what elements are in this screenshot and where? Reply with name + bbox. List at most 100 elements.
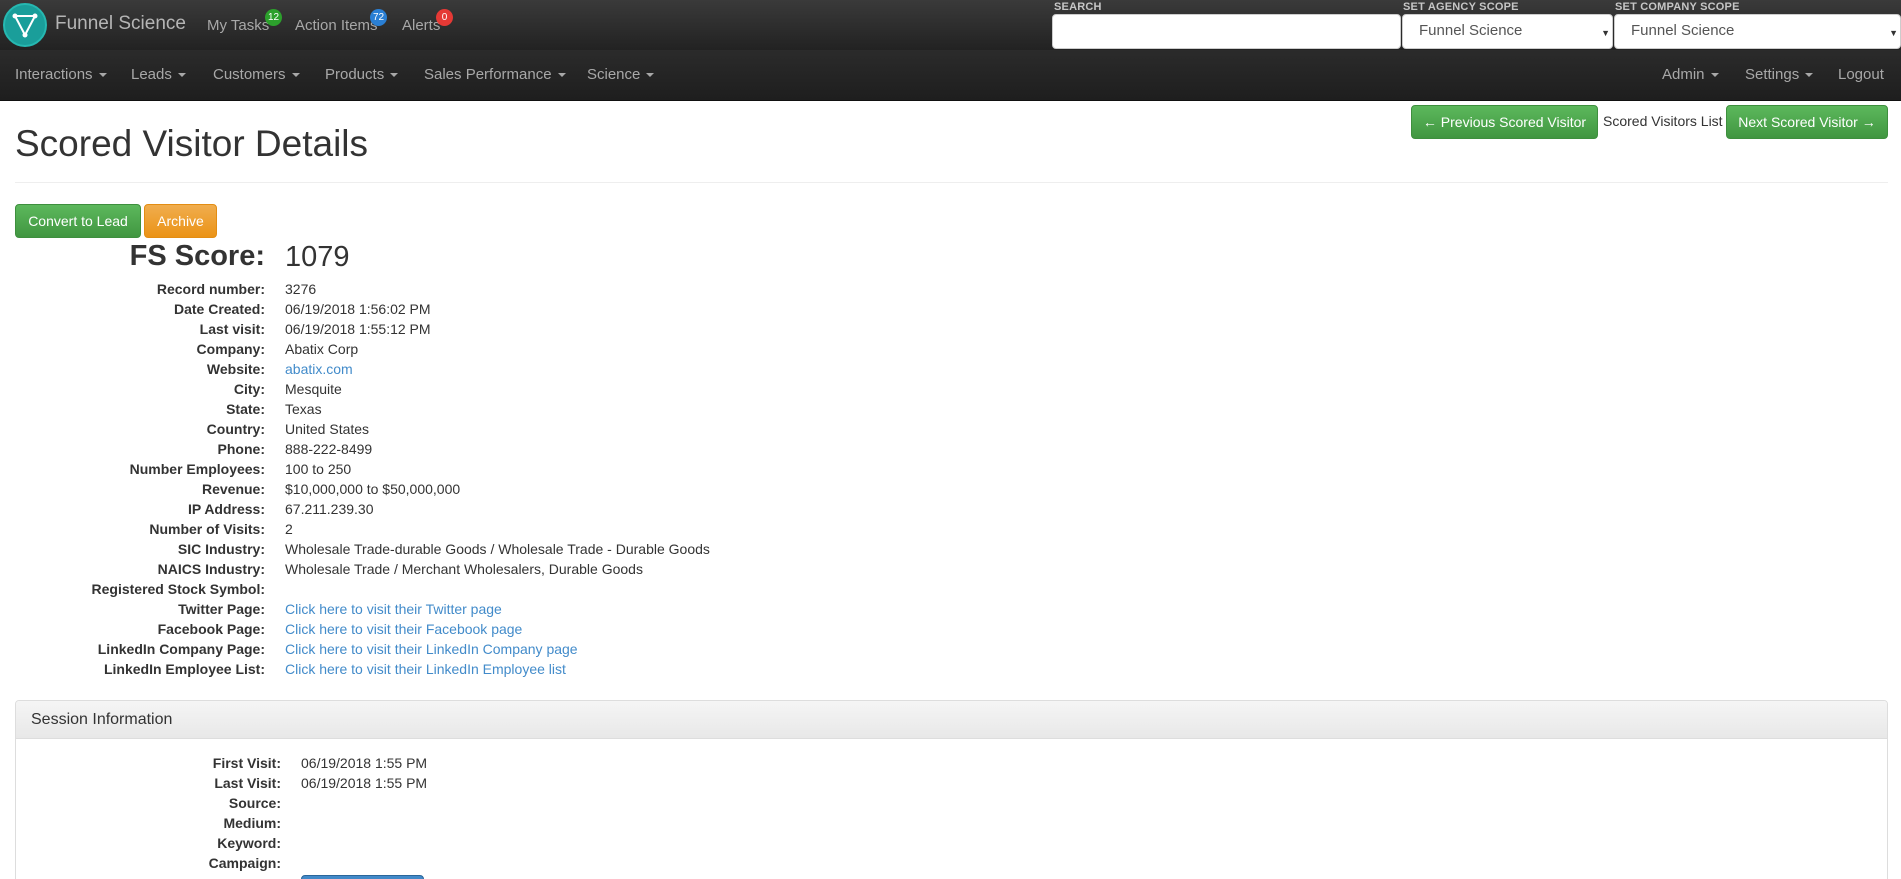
chevron-down-icon: ▼ [1601,28,1610,38]
detail-label: Number Employees: [129,461,265,477]
detail-row: IP Address: 67.211.239.30 [0,501,900,521]
session-label: Last Visit: [214,775,281,791]
convert-to-lead-button[interactable]: Convert to Lead [15,204,141,238]
detail-value: 06/19/2018 1:56:02 PM [285,301,431,317]
detail-value: Abatix Corp [285,341,359,357]
detail-row: NAICS Industry: Wholesale Trade / Merchan… [0,561,900,581]
detail-link[interactable]: Click here to visit their LinkedIn Compa… [285,641,578,657]
detail-label: NAICS Industry: [157,561,265,577]
detail-label: Number of Visits: [149,521,265,537]
detail-value: abatix.com [285,361,353,377]
fs-score-value: 1079 [285,241,350,273]
detail-link[interactable]: abatix.com [285,361,353,377]
caret-down-icon [646,73,655,78]
caret-down-icon [557,73,566,78]
detail-value: 888-222-8499 [285,441,373,457]
my-tasks-badge: 12 [265,9,283,26]
action-items-badge: 72 [370,9,388,26]
detail-value: Wholesale Trade / Merchant Wholesalers, … [285,561,643,577]
detail-row: Facebook Page: Click here to visit their … [0,621,900,641]
detail-row: Revenue: $10,000,000 to $50,000,000 [0,481,900,501]
detail-value: Click here to visit their LinkedIn Emplo… [285,661,566,677]
session-row: Medium: [16,815,716,835]
detail-label: IP Address: [187,501,265,517]
detail-row: Record number: 3276 [0,281,900,301]
detail-value: 67.211.239.30 [285,501,374,517]
detail-label: Registered Stock Symbol: [91,581,266,597]
detail-label: Country: [206,421,265,437]
header-divider [15,182,1888,183]
agency-scope-value: Funnel Science [1419,22,1523,39]
logout-link[interactable]: Logout [1838,66,1884,83]
caret-down-icon [1805,73,1814,78]
detail-label: Record number: [156,281,265,297]
detail-value: 06/19/2018 1:55:12 PM [285,321,431,337]
detail-label: LinkedIn Company Page: [97,641,265,657]
detail-row: Registered Stock Symbol: [0,581,900,601]
detail-row: Date Created: 06/19/2018 1:56:02 PM [0,301,900,321]
session-label: Campaign: [208,855,281,871]
caret-down-icon [98,73,107,78]
detail-label: City: [233,381,265,397]
detail-row: Number Employees: 100 to 250 [0,461,900,481]
archive-button[interactable]: Archive [144,204,217,238]
alerts-link[interactable]: Alerts [402,17,440,34]
nav-item-settings[interactable]: Settings [1745,66,1814,83]
detail-label: SIC Industry: [177,541,265,557]
session-value: 06/19/2018 1:55 PM [301,775,428,791]
session-action-button[interactable] [301,875,424,879]
nav-item-science[interactable]: Science [587,66,655,83]
company-scope-value: Funnel Science [1631,22,1735,39]
top-bar: Funnel Science My Tasks 12 Action Items … [0,0,1901,50]
detail-link[interactable]: Click here to visit their Facebook page [285,621,522,637]
detail-row: Twitter Page: Click here to visit their T… [0,601,900,621]
session-row: Keyword: [16,835,716,855]
nav-item-admin[interactable]: Admin [1662,66,1719,83]
panel-heading: Session Information [16,701,1887,739]
funnel-science-logo-icon[interactable] [3,3,47,47]
scored-visitors-list-link[interactable]: Scored Visitors List [1603,113,1723,129]
caret-down-icon [390,73,399,78]
session-row: First Visit: 06/19/2018 1:55 PM [16,755,716,775]
detail-value: 3276 [285,281,317,297]
detail-row: LinkedIn Employee List: Click here to vis… [0,661,900,681]
detail-value: Click here to visit their LinkedIn Compa… [285,641,578,657]
detail-label: Twitter Page: [178,601,265,617]
next-scored-visitor-button[interactable]: Next Scored Visitor → [1726,105,1888,139]
nav-item-leads[interactable]: Leads [131,66,186,83]
session-row: Campaign: [16,855,716,875]
caret-down-icon [1710,73,1719,78]
detail-label: Website: [206,361,265,377]
session-label: Medium: [223,815,281,831]
search-label: SEARCH [1054,1,1102,13]
agency-scope-label: SET AGENCY SCOPE [1403,1,1519,13]
nav-item-customers[interactable]: Customers [213,66,300,83]
detail-label: State: [226,401,265,417]
detail-link[interactable]: Click here to visit their Twitter page [285,601,502,617]
company-scope-label: SET COMPANY SCOPE [1615,1,1740,13]
nav-item-products[interactable]: Products [325,66,399,83]
detail-label: Facebook Page: [157,621,265,637]
brand-name[interactable]: Funnel Science [55,13,186,35]
agency-scope-select[interactable]: Funnel Science ▼ [1402,14,1613,49]
main-nav: Interactions Leads Customers Products Sa… [0,50,1901,101]
session-row: Source: [16,795,716,815]
previous-scored-visitor-button[interactable]: ← Previous Scored Visitor [1411,105,1598,139]
company-scope-select[interactable]: Funnel Science ▼ [1614,14,1901,49]
my-tasks-link[interactable]: My Tasks [207,17,269,34]
action-items-link[interactable]: Action Items [295,17,378,34]
page-title: Scored Visitor Details [15,123,369,164]
detail-link[interactable]: Click here to visit their LinkedIn Emplo… [285,661,566,677]
detail-value: Click here to visit their Facebook page [285,621,522,637]
detail-row: Number of Visits: 2 [0,521,900,541]
nav-item-interactions[interactable]: Interactions [15,66,107,83]
detail-row: Company: Abatix Corp [0,341,900,361]
fs-score-label: FS Score: [129,240,265,272]
detail-value: Wholesale Trade-durable Goods / Wholesal… [285,541,710,557]
detail-row: State: Texas [0,401,900,421]
detail-value: $10,000,000 to $50,000,000 [285,481,461,497]
session-value: 06/19/2018 1:55 PM [301,755,428,771]
search-input[interactable] [1052,14,1401,49]
nav-item-sales-performance[interactable]: Sales Performance [424,66,566,83]
panel-title: Session Information [31,711,173,728]
